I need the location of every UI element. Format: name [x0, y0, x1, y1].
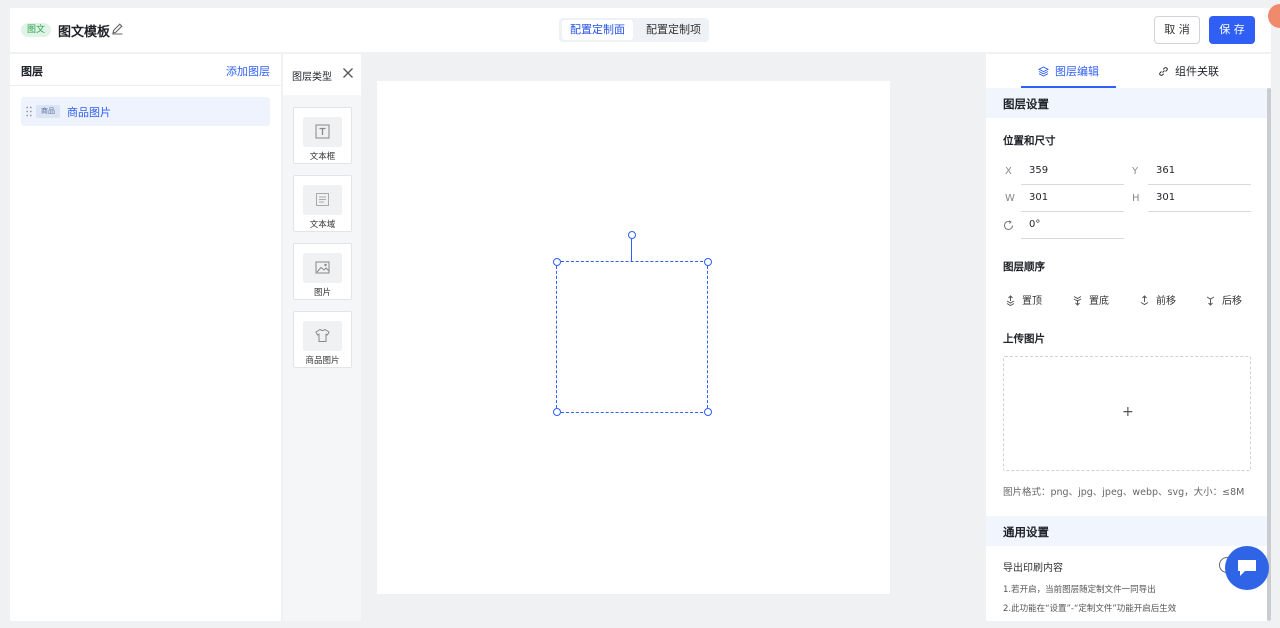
layers-icon [1038, 66, 1049, 77]
export-note-1: 1.若开启，当前图层随定制文件一同导出 [1003, 585, 1156, 595]
upload-image-title: 上传图片 [1003, 333, 1045, 345]
layer-item[interactable]: 商品 商品图片 [21, 97, 270, 126]
layer-type-label: 文本框 [309, 152, 336, 162]
resize-handle-bottom-right[interactable] [704, 408, 712, 416]
rotate-icon [1004, 220, 1013, 230]
h-label: H [1132, 193, 1140, 204]
layer-settings-header: 图层设置 [986, 88, 1271, 118]
rotation-input[interactable]: 0° [1021, 212, 1124, 239]
move-forward-button[interactable]: 前移 [1139, 292, 1176, 307]
layer-type-label: 商品图片 [305, 356, 340, 366]
view-switch: 配置定制面 配置定制项 [559, 18, 709, 42]
export-note-2: 2.此功能在“设置”-“定制文件”功能开启后生效 [1003, 604, 1177, 614]
design-canvas[interactable] [377, 81, 890, 594]
close-icon[interactable] [342, 67, 354, 79]
resize-handle-top-left[interactable] [553, 258, 561, 266]
selected-layer-box[interactable] [556, 261, 708, 413]
general-settings-header: 通用设置 [986, 516, 1271, 546]
link-icon [1159, 67, 1168, 76]
resize-handle-top-right[interactable] [704, 258, 712, 266]
save-button[interactable]: 保 存 [1209, 16, 1255, 44]
add-layer-link[interactable]: 添加图层 [226, 63, 270, 79]
move-backward-button[interactable]: 后移 [1205, 292, 1242, 307]
send-to-back-button[interactable]: 置底 [1072, 292, 1109, 307]
tab-component-link[interactable]: 组件关联 [1158, 63, 1219, 79]
layer-type-text-area[interactable]: 文本域 [293, 175, 352, 232]
layer-type-image[interactable]: 图片 [293, 243, 352, 300]
properties-scrollbar[interactable] [1267, 88, 1271, 621]
plus-icon: + [1122, 404, 1134, 420]
upload-format-hint: 图片格式：png、jpg、jpeg、webp、svg，大小：≤8M [1003, 487, 1245, 498]
layer-name: 商品图片 [67, 106, 111, 119]
layer-order-title: 图层顺序 [1003, 261, 1045, 273]
position-size-title: 位置和尺寸 [1003, 135, 1056, 147]
layer-type-label: 图片 [313, 288, 331, 298]
page-title: 图文模板 [58, 25, 111, 40]
bring-to-front-button[interactable]: 置顶 [1005, 292, 1042, 307]
w-input[interactable]: 301 [1021, 185, 1124, 212]
image-icon [315, 261, 330, 274]
layer-type-product-image[interactable]: 商品图片 [293, 311, 352, 368]
tshirt-icon [315, 328, 330, 342]
x-label: X [1005, 166, 1012, 177]
cancel-button[interactable]: 取 消 [1154, 16, 1200, 44]
layers-title: 图层 [21, 65, 43, 78]
layer-types-title: 图层类型 [292, 72, 332, 83]
layer-type-tag: 商品 [36, 105, 60, 118]
chat-bubble-icon [1238, 560, 1256, 576]
move-forward-icon [1140, 295, 1149, 306]
layers-header: 图层 添加图层 [10, 54, 281, 86]
template-type-tag: 图文 [21, 23, 52, 37]
x-input[interactable]: 359 [1021, 158, 1124, 185]
text-box-icon [315, 124, 330, 139]
export-print-label: 导出印刷内容 [1003, 563, 1063, 574]
resize-handle-bottom-left[interactable] [553, 408, 561, 416]
layer-types-panel: 图层类型 文本框 文本域 图片 商品图片 [283, 54, 361, 621]
rotate-handle[interactable] [628, 231, 636, 239]
properties-panel: 图层编辑 组件关联 图层设置 位置和尺寸 X 359 Y 361 W 301 H… [986, 54, 1271, 621]
layer-type-text-box[interactable]: 文本框 [293, 107, 352, 164]
chat-support-button[interactable] [1225, 546, 1269, 590]
layer-type-label: 文本域 [309, 220, 336, 230]
y-label: Y [1132, 166, 1139, 177]
y-input[interactable]: 361 [1148, 158, 1251, 185]
drag-handle-icon[interactable] [26, 106, 32, 117]
tab-config-items[interactable]: 配置定制项 [638, 20, 709, 40]
edit-pencil-icon[interactable] [111, 22, 124, 35]
tab-config-face[interactable]: 配置定制面 [562, 20, 633, 40]
h-input[interactable]: 301 [1148, 185, 1251, 212]
send-to-back-icon [1073, 296, 1082, 306]
layers-panel: 图层 添加图层 商品 商品图片 [10, 54, 281, 621]
layer-types-list: 文本框 文本域 图片 商品图片 [283, 95, 361, 621]
top-bar: 图文 图文模板 配置定制面 配置定制项 取 消 保 存 [10, 8, 1271, 52]
bring-to-front-icon [1006, 295, 1015, 307]
text-area-icon [316, 193, 329, 206]
tab-layer-edit[interactable]: 图层编辑 [1038, 63, 1099, 79]
move-backward-icon [1206, 296, 1215, 306]
rotation-stem [631, 237, 632, 261]
image-upload-area[interactable]: + [1003, 356, 1251, 471]
w-label: W [1005, 193, 1015, 204]
